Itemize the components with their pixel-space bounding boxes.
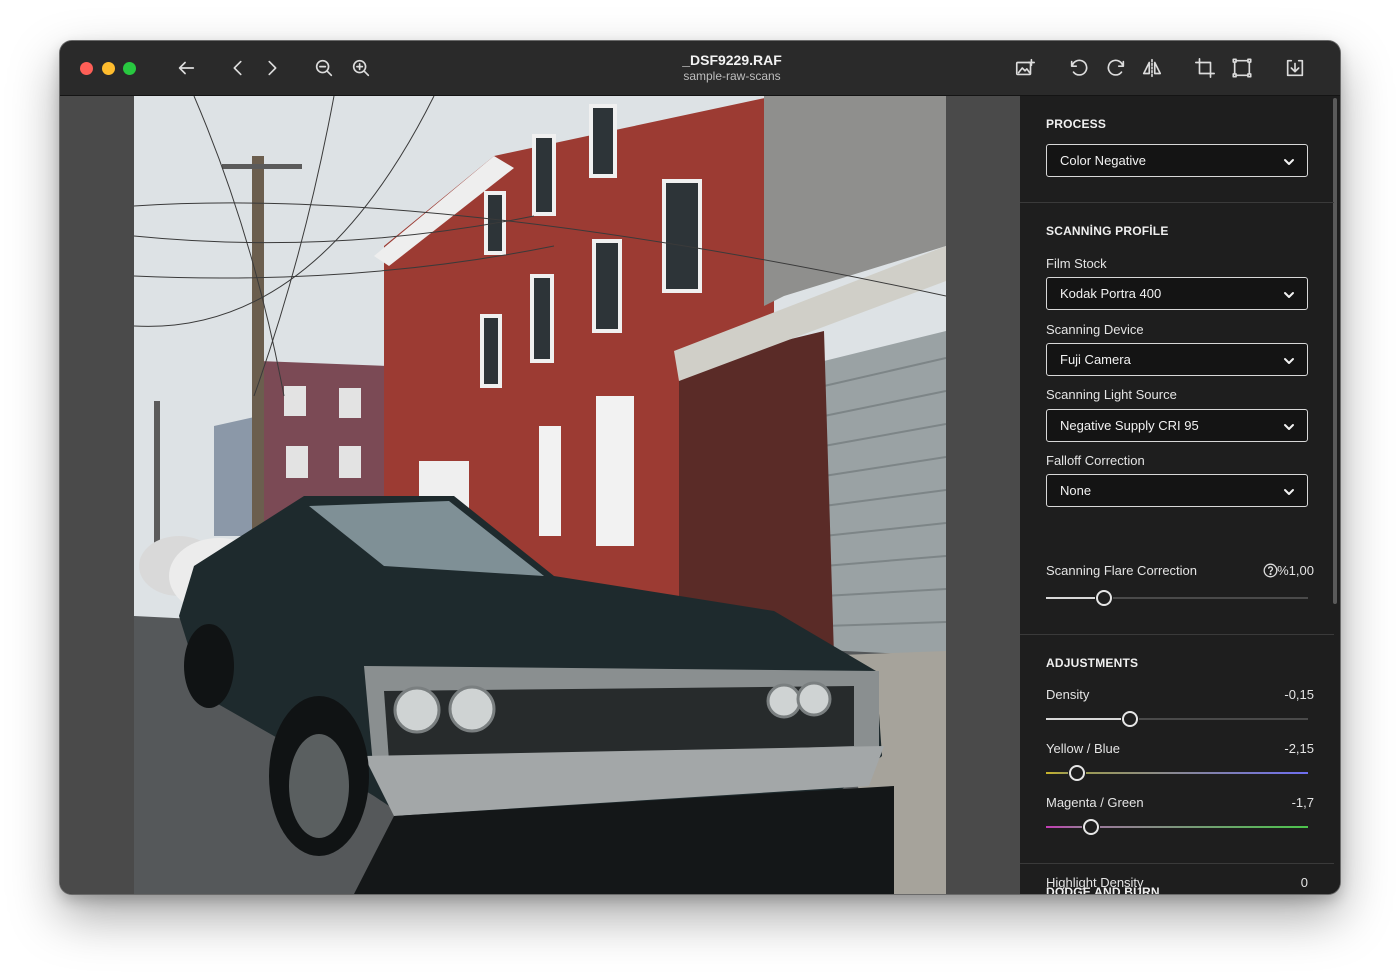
chevron-left-icon[interactable]: [226, 56, 250, 80]
adjustments-heading: ADJUSTMENTS: [1046, 656, 1139, 670]
highlight-density-label: Highlight Density: [1046, 875, 1144, 890]
film-stock-select[interactable]: Kodak Portra 400: [1046, 277, 1308, 310]
slider-thumb[interactable]: [1096, 590, 1112, 606]
slider-thumb[interactable]: [1122, 711, 1138, 727]
image-canvas[interactable]: [60, 96, 1020, 894]
minimize-window-button[interactable]: [102, 62, 115, 75]
magenta-green-label: Magenta / Green: [1046, 795, 1144, 810]
light-source-label: Scanning Light Source: [1046, 387, 1177, 402]
falloff-value: None: [1060, 483, 1092, 498]
maximize-window-button[interactable]: [123, 62, 136, 75]
crop-icon[interactable]: [1193, 56, 1217, 80]
photo-illustration: [134, 96, 946, 894]
yellow-blue-label: Yellow / Blue: [1046, 741, 1120, 756]
chevron-down-icon: [1283, 354, 1295, 366]
light-source-select[interactable]: Negative Supply CRI 95: [1046, 409, 1308, 442]
close-window-button[interactable]: [80, 62, 93, 75]
section-divider: [1020, 202, 1334, 203]
zoom-in-icon[interactable]: [349, 56, 373, 80]
frame-icon[interactable]: [1230, 56, 1254, 80]
slider-track: [1100, 826, 1308, 828]
magenta-green-value: -1,7: [1291, 795, 1314, 810]
help-icon[interactable]: [1263, 563, 1278, 578]
chevron-down-icon: [1283, 485, 1295, 497]
section-divider: [1020, 634, 1334, 635]
panel-scrollbar[interactable]: [1333, 96, 1339, 894]
film-stock-value: Kodak Portra 400: [1060, 286, 1162, 301]
film-stock-label: Film Stock: [1046, 256, 1107, 271]
density-slider[interactable]: [1046, 709, 1308, 729]
image-settings-icon[interactable]: [1013, 56, 1037, 80]
section-divider: [1020, 863, 1334, 864]
slider-track: [1139, 718, 1308, 720]
scanning-profile-heading: SCANNİNG PROFİLE: [1046, 224, 1169, 238]
panel-scrollbar-thumb[interactable]: [1333, 98, 1337, 604]
magenta-green-slider[interactable]: [1046, 817, 1308, 837]
chevron-down-icon: [1283, 288, 1295, 300]
title-bar: _DSF9229.RAF sample-raw-scans: [60, 41, 1340, 96]
slider-thumb[interactable]: [1083, 819, 1099, 835]
slider-thumb[interactable]: [1069, 765, 1085, 781]
folder-name: sample-raw-scans: [683, 69, 781, 83]
density-value: -0,15: [1284, 687, 1314, 702]
zoom-out-icon[interactable]: [312, 56, 336, 80]
falloff-label: Falloff Correction: [1046, 453, 1145, 468]
document-title: _DSF9229.RAF sample-raw-scans: [580, 52, 884, 84]
falloff-select[interactable]: None: [1046, 474, 1308, 507]
slider-track: [1113, 597, 1308, 599]
chevron-right-icon[interactable]: [260, 56, 284, 80]
process-select-value: Color Negative: [1060, 153, 1146, 168]
light-source-value: Negative Supply CRI 95: [1060, 418, 1199, 433]
slider-track-filled: [1046, 597, 1095, 599]
flare-correction-value: %1,00: [1277, 563, 1314, 578]
process-select[interactable]: Color Negative: [1046, 144, 1308, 177]
back-arrow-icon[interactable]: [174, 56, 198, 80]
rotate-left-icon[interactable]: [1067, 56, 1091, 80]
yellow-blue-slider[interactable]: [1046, 763, 1308, 783]
chevron-down-icon: [1283, 420, 1295, 432]
slider-track-filled: [1046, 772, 1068, 774]
export-icon[interactable]: [1283, 56, 1307, 80]
process-heading: PROCESS: [1046, 117, 1107, 131]
film-scan-photo: [134, 96, 946, 894]
flare-correction-slider[interactable]: [1046, 588, 1308, 608]
density-label: Density: [1046, 687, 1090, 702]
scanning-device-select[interactable]: Fuji Camera: [1046, 343, 1308, 376]
chevron-down-icon: [1283, 155, 1295, 167]
flare-correction-label: Scanning Flare Correction: [1046, 563, 1198, 578]
scanning-device-label: Scanning Device: [1046, 322, 1144, 337]
rotate-right-icon[interactable]: [1104, 56, 1128, 80]
slider-track: [1086, 772, 1308, 774]
scanning-device-value: Fuji Camera: [1060, 352, 1131, 367]
highlight-density-value: 0: [1300, 875, 1308, 890]
yellow-blue-value: -2,15: [1284, 741, 1314, 756]
slider-track-filled: [1046, 826, 1082, 828]
flip-horizontal-icon[interactable]: [1140, 56, 1164, 80]
slider-track-filled: [1046, 718, 1121, 720]
inspector-panel: PROCESS Color Negative SCANNİNG PROFİLE …: [1020, 96, 1340, 894]
app-window: _DSF9229.RAF sample-raw-scans PROCESS Co…: [60, 41, 1340, 894]
file-name: _DSF9229.RAF: [682, 52, 782, 68]
